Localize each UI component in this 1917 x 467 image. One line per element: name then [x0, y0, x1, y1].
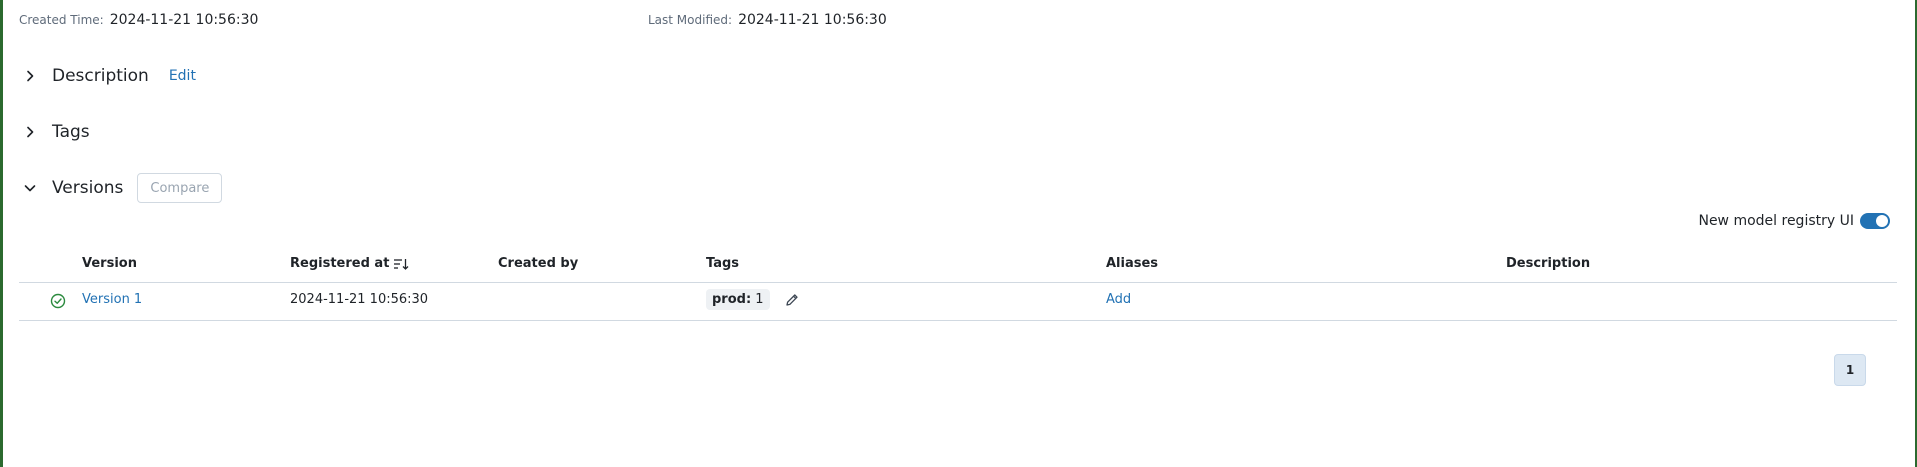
new-registry-ui-toggle-row: New model registry UI — [1698, 213, 1890, 229]
version-link[interactable]: Version 1 — [82, 292, 142, 307]
column-version-label: Version — [82, 256, 137, 271]
tag-chip[interactable]: prod: 1 — [706, 289, 770, 310]
tags-section: Tags — [22, 122, 90, 142]
tags-cell: prod: 1 — [706, 289, 800, 310]
tags-title[interactable]: Tags — [52, 122, 90, 142]
tag-value: 1 — [755, 292, 764, 307]
column-header-aliases: Aliases — [1106, 256, 1158, 271]
edit-description-link[interactable]: Edit — [169, 68, 196, 84]
versions-table: Version Registered at Created by Tags Al… — [19, 248, 1897, 321]
column-header-tags: Tags — [706, 256, 739, 271]
column-description-label: Description — [1506, 256, 1591, 271]
last-modified-value: 2024-11-21 10:56:30 — [738, 12, 887, 28]
created-time-value: 2024-11-21 10:56:30 — [109, 12, 259, 28]
created-time: Created Time: 2024-11-21 10:56:30 — [19, 12, 258, 28]
versions-section: Versions Compare — [22, 173, 223, 203]
model-metadata: Created Time: 2024-11-21 10:56:30 Last M… — [19, 12, 1897, 32]
column-aliases-label: Aliases — [1106, 256, 1159, 271]
tag-key: prod: — [712, 292, 752, 307]
add-alias-link[interactable]: Add — [1106, 292, 1131, 307]
last-modified-label: Last Modified: — [648, 13, 733, 27]
column-tags-label: Tags — [706, 256, 740, 271]
add-alias-label: Add — [1106, 292, 1132, 307]
sort-descending-icon[interactable] — [393, 257, 409, 271]
compare-button[interactable]: Compare — [137, 173, 223, 203]
pencil-icon[interactable] — [784, 292, 800, 308]
column-header-registered-at[interactable]: Registered at — [290, 256, 409, 271]
table-header: Version Registered at Created by Tags Al… — [19, 248, 1897, 283]
column-created-by-label: Created by — [498, 256, 579, 271]
chevron-right-icon[interactable] — [22, 68, 38, 84]
column-header-version[interactable]: Version — [82, 256, 137, 271]
pagination-page-1[interactable]: 1 — [1834, 354, 1866, 386]
description-section: Description Edit — [22, 66, 196, 86]
new-registry-ui-toggle[interactable] — [1860, 213, 1890, 229]
column-header-description: Description — [1506, 256, 1590, 271]
chevron-right-icon[interactable] — [22, 124, 38, 140]
description-title[interactable]: Description — [52, 66, 149, 86]
new-registry-ui-label: New model registry UI — [1698, 213, 1854, 229]
column-header-created-by: Created by — [498, 256, 578, 271]
chevron-down-icon[interactable] — [22, 180, 38, 196]
registered-at-value: 2024-11-21 10:56:30 — [290, 292, 429, 307]
created-time-label: Created Time: — [19, 13, 104, 27]
versions-title[interactable]: Versions — [52, 178, 123, 198]
window-frame-left — [0, 0, 3, 467]
last-modified: Last Modified: 2024-11-21 10:56:30 — [648, 12, 887, 28]
check-circle-icon — [50, 293, 66, 309]
column-registered-at-label: Registered at — [290, 256, 390, 271]
table-row: Version 1 2024-11-21 10:56:30 prod: 1 Ad… — [19, 283, 1897, 321]
toggle-knob — [1876, 215, 1888, 227]
version-link-label: Version 1 — [82, 292, 143, 307]
